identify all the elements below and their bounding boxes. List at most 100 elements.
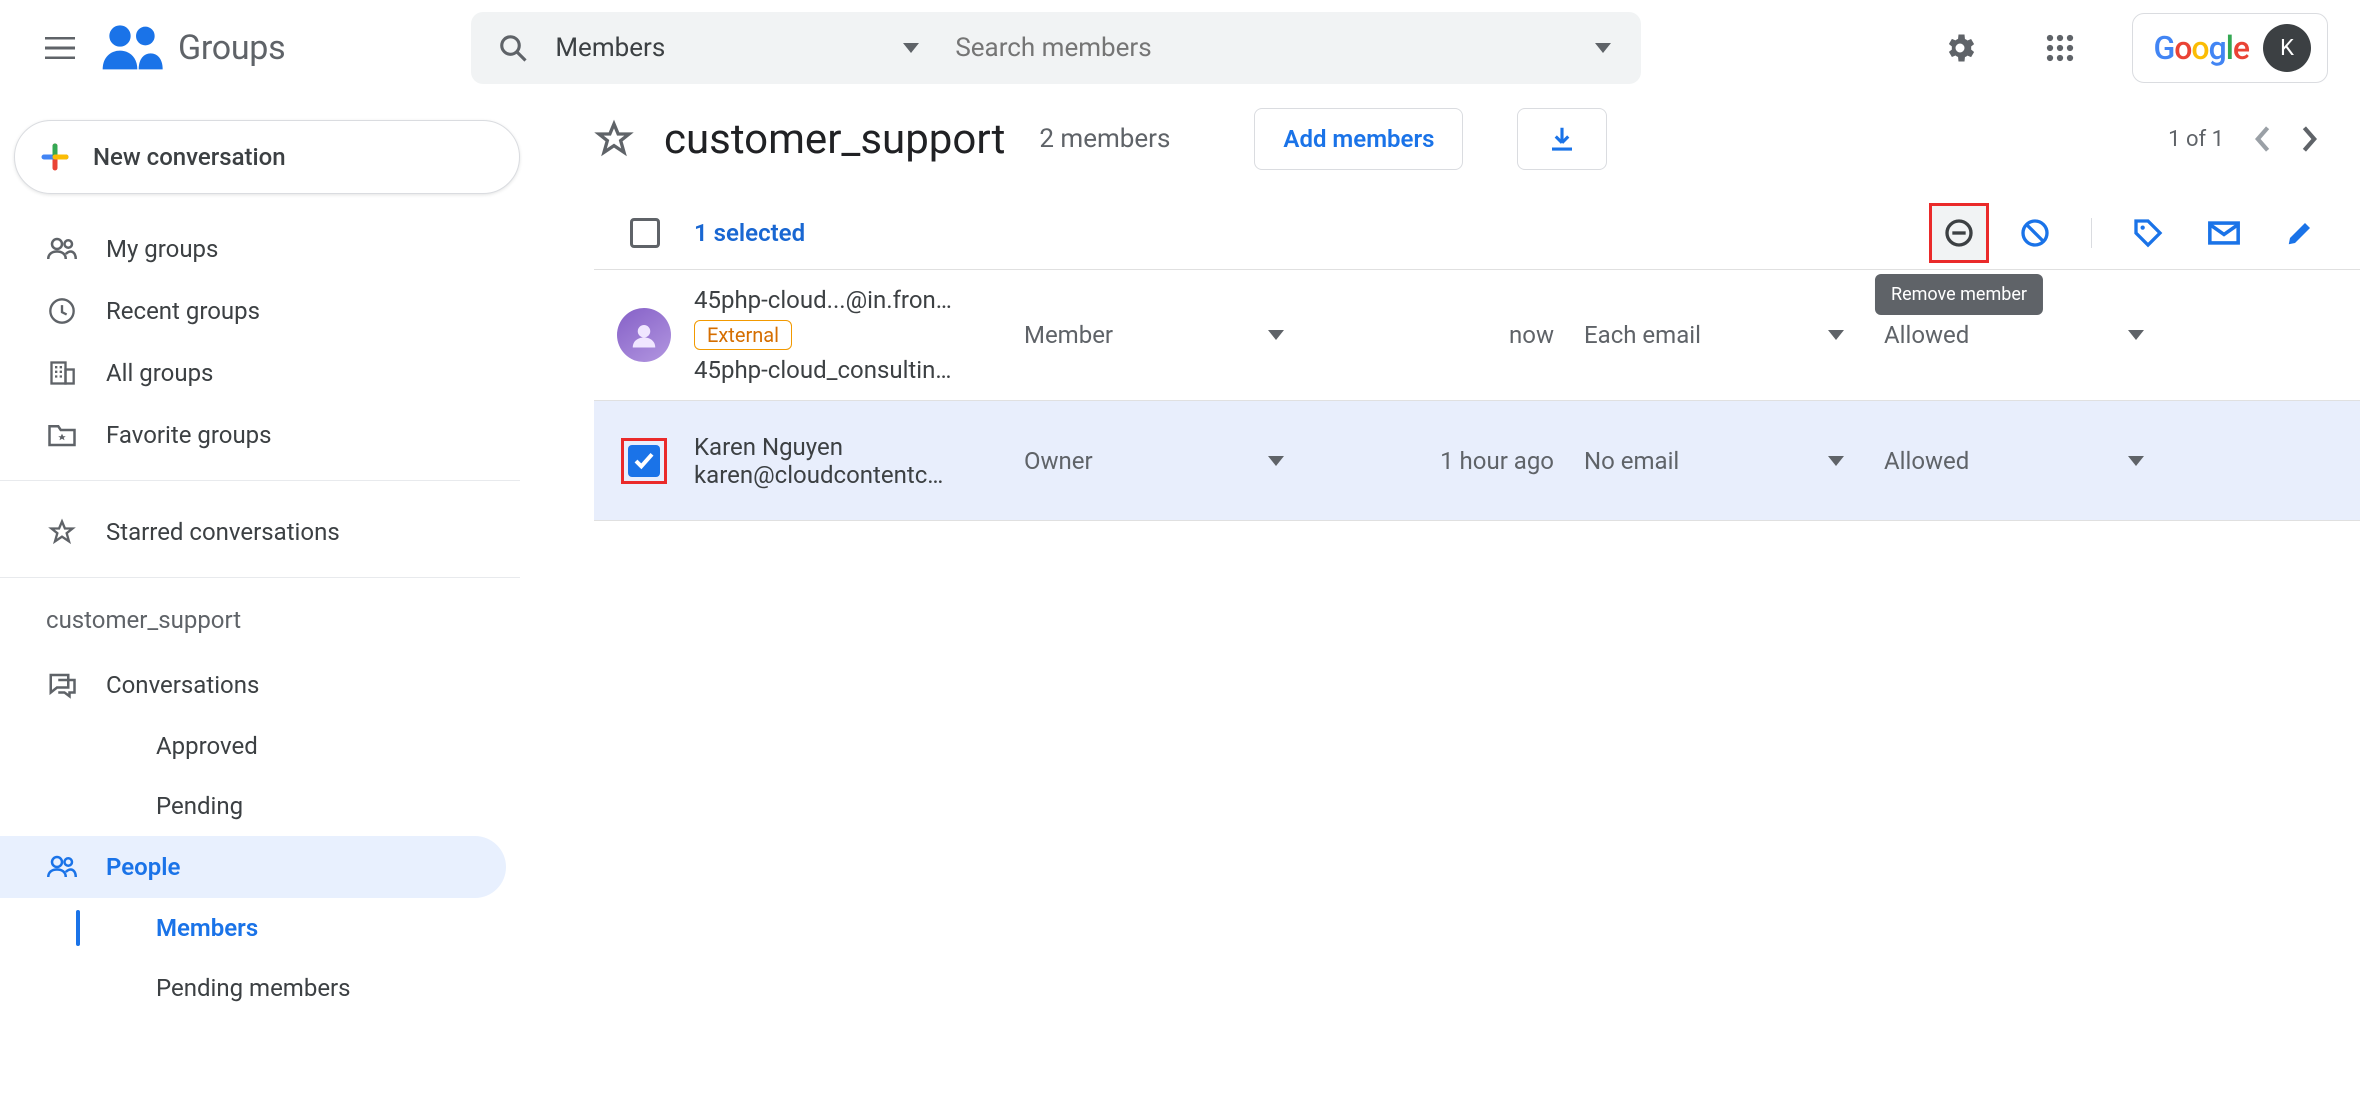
sidebar-item-favorite-groups[interactable]: Favorite groups [0, 404, 520, 466]
hamburger-menu-button[interactable] [24, 12, 96, 84]
search-scope-dropdown[interactable]: Members [555, 33, 955, 63]
checkbox-checked-icon [628, 445, 660, 477]
sidebar-label: People [106, 853, 180, 881]
groups-logo[interactable]: Groups [100, 24, 285, 72]
role-value: Member [1024, 321, 1113, 349]
sidebar-label: Favorite groups [106, 421, 272, 449]
posting-dropdown[interactable]: Allowed [1884, 321, 2184, 349]
chevron-down-icon [2128, 456, 2144, 466]
sidebar-label: Pending [156, 792, 243, 820]
sidebar-item-recent-groups[interactable]: Recent groups [0, 280, 520, 342]
chevron-down-icon [1268, 456, 1284, 466]
subscription-dropdown[interactable]: Each email [1584, 321, 1884, 349]
add-members-button[interactable]: Add members [1254, 108, 1463, 170]
new-conversation-button[interactable]: New conversation [14, 120, 520, 194]
label-button[interactable] [2118, 203, 2178, 263]
next-page-button[interactable] [2300, 125, 2320, 153]
sidebar-label: Approved [156, 732, 258, 760]
sidebar-item-people[interactable]: People [0, 836, 506, 898]
people-icon [47, 237, 77, 261]
posting-value: Allowed [1884, 321, 1969, 349]
sidebar: New conversation My groups Recent groups… [0, 96, 520, 1018]
apps-button[interactable] [2032, 20, 2088, 76]
sidebar-subitem-pending-members[interactable]: Pending members [0, 958, 520, 1018]
plus-icon [37, 139, 73, 175]
sidebar-item-my-groups[interactable]: My groups [0, 218, 520, 280]
sidebar-label: Conversations [106, 671, 259, 699]
settings-button[interactable] [1932, 20, 1988, 76]
tag-icon [2132, 217, 2164, 249]
member-name: 45php-cloud_consultin… [694, 356, 1012, 384]
posting-value: Allowed [1884, 447, 1969, 475]
sidebar-item-all-groups[interactable]: All groups [0, 342, 520, 404]
remove-circle-icon [1943, 217, 1975, 249]
mail-icon [2207, 219, 2241, 247]
sidebar-group-heading: customer_support [0, 598, 520, 654]
row-checkbox[interactable] [621, 438, 667, 484]
subscription-dropdown[interactable]: No email [1584, 447, 1884, 475]
email-button[interactable] [2194, 203, 2254, 263]
joined-value: 1 hour ago [1324, 447, 1584, 475]
select-all-checkbox[interactable] [630, 218, 660, 248]
ban-member-button[interactable] [2005, 203, 2065, 263]
search-options-dropdown[interactable] [1565, 43, 1641, 53]
chevron-down-icon [2128, 330, 2144, 340]
member-name: Karen Nguyen [694, 433, 1012, 461]
star-icon [47, 518, 77, 546]
table-row[interactable]: Karen Nguyen karen@cloudcontentc… Owner … [594, 401, 2360, 521]
subscription-value: No email [1584, 447, 1679, 475]
topbar-right: Google K [1932, 13, 2328, 83]
sidebar-label: Recent groups [106, 297, 260, 325]
search-input[interactable] [955, 33, 1565, 63]
topbar: Groups Members Google K [0, 0, 2360, 96]
joined-value: now [1324, 321, 1584, 349]
search-button[interactable] [471, 33, 555, 63]
people-icon [47, 855, 77, 879]
download-button[interactable] [1517, 108, 1607, 170]
building-icon [48, 359, 76, 387]
clock-icon [48, 297, 76, 325]
new-conversation-label: New conversation [93, 143, 286, 171]
person-icon [629, 320, 659, 350]
sidebar-subitem-approved[interactable]: Approved [0, 716, 520, 776]
sidebar-subitem-pending[interactable]: Pending [0, 776, 520, 836]
role-value: Owner [1024, 447, 1093, 475]
table-row[interactable]: 45php-cloud...@in.fron… External 45php-c… [594, 270, 2360, 401]
edit-button[interactable] [2270, 203, 2330, 263]
gear-icon [1942, 30, 1978, 66]
sidebar-item-starred-conversations[interactable]: Starred conversations [0, 501, 520, 563]
search-scope-label: Members [555, 33, 665, 63]
member-count-label: 2 members [1039, 124, 1170, 154]
remove-member-button[interactable]: Remove member [1929, 203, 1989, 263]
download-icon [1547, 124, 1577, 154]
member-email: karen@cloudcontentc… [694, 461, 1012, 489]
chat-icon [47, 671, 77, 699]
account-switcher[interactable]: Google K [2132, 13, 2328, 83]
hamburger-icon [45, 37, 75, 59]
chevron-down-icon [1828, 456, 1844, 466]
role-dropdown[interactable]: Member [1024, 321, 1324, 349]
member-email: 45php-cloud...@in.fron… [694, 286, 1012, 314]
sidebar-label: All groups [106, 359, 213, 387]
page-header: customer_support 2 members Add members 1… [594, 108, 2360, 170]
prev-page-button[interactable] [2252, 125, 2272, 153]
sidebar-label: Members [156, 914, 258, 942]
divider [0, 480, 520, 481]
chevron-down-icon [1828, 330, 1844, 340]
content-area: customer_support 2 members Add members 1… [520, 96, 2360, 1018]
role-dropdown[interactable]: Owner [1024, 447, 1324, 475]
sidebar-subitem-members[interactable]: Members [0, 898, 520, 958]
divider [2091, 218, 2092, 248]
sidebar-item-conversations[interactable]: Conversations [0, 654, 520, 716]
search-icon [498, 33, 528, 63]
folder-star-icon [47, 422, 77, 448]
star-button[interactable] [594, 119, 634, 159]
product-name-label: Groups [178, 28, 285, 68]
remove-member-tooltip: Remove member [1875, 274, 2043, 315]
ban-icon [2019, 217, 2051, 249]
posting-dropdown[interactable]: Allowed [1884, 447, 2184, 475]
google-logo: Google [2153, 29, 2249, 67]
selection-count-label: 1 selected [694, 219, 805, 247]
apps-grid-icon [2045, 33, 2075, 63]
sidebar-label: Starred conversations [106, 518, 340, 546]
